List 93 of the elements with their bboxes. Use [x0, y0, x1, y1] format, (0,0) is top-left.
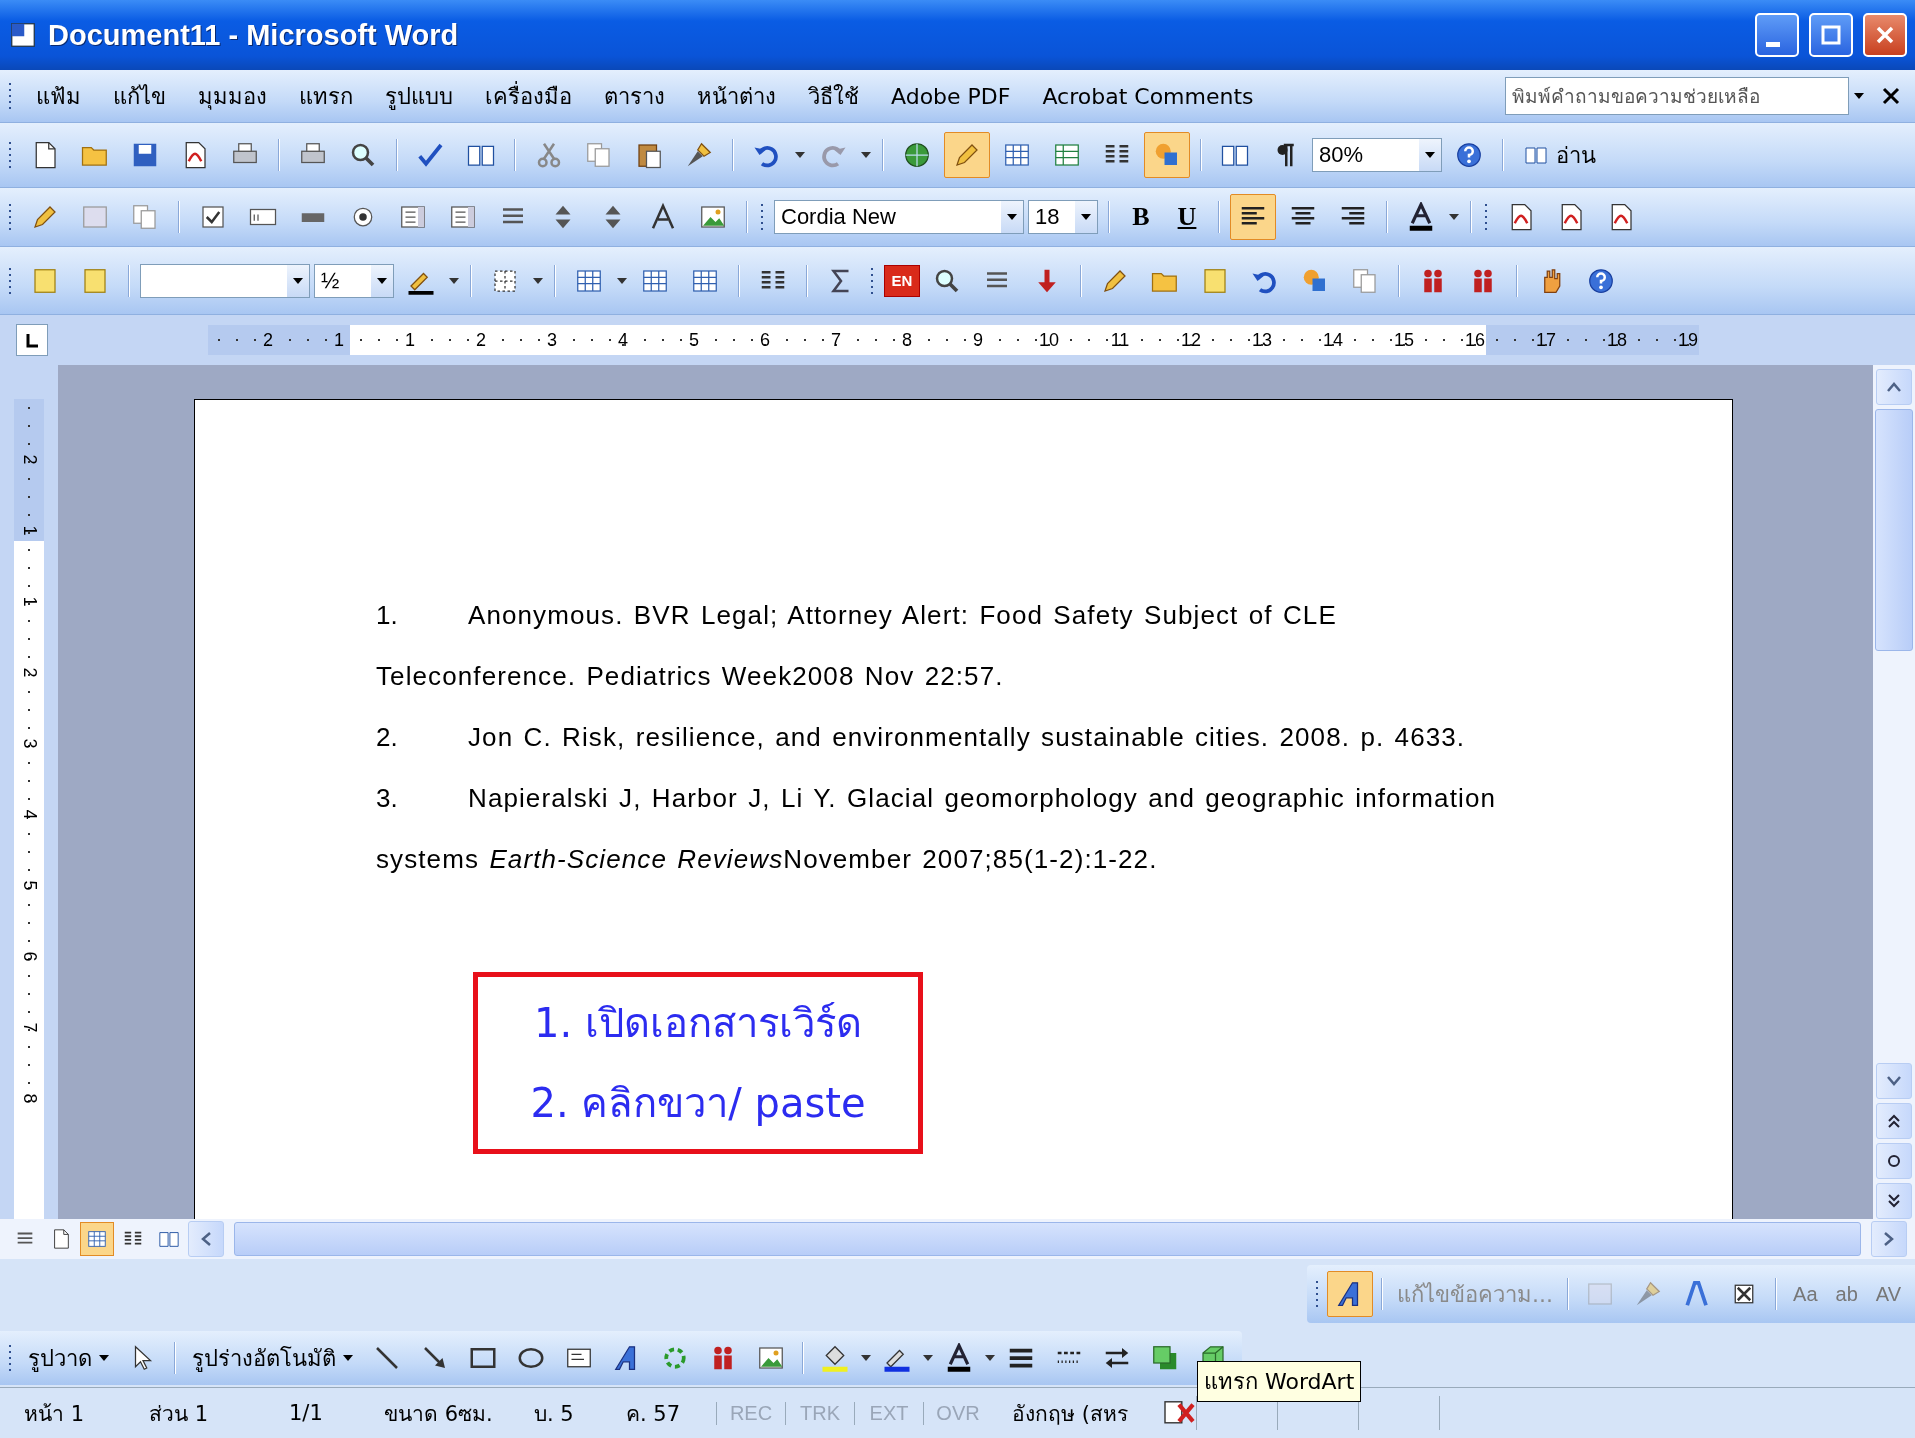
caret-icon[interactable]: [1080, 213, 1092, 221]
scroll-up-button[interactable]: [1876, 369, 1912, 405]
reference-text: Anonymous. BVR Legal; Attorney Alert: Food Safety Subject of CLE: [468, 600, 1337, 631]
list-number: 1.: [376, 600, 399, 631]
scroll-right-button[interactable]: [1871, 1221, 1907, 1257]
caret-icon[interactable]: [532, 276, 544, 285]
autoshapes-menu-button[interactable]: รูปร่างอัตโนมัติ: [184, 1336, 362, 1380]
caret-icon[interactable]: [860, 151, 872, 159]
list-number: 2.: [376, 722, 399, 753]
scroll-down-button[interactable]: [1876, 1063, 1912, 1099]
status-mode: OVR: [923, 1401, 992, 1425]
font-combo[interactable]: Cordia New: [774, 200, 1024, 234]
menu-item[interactable]: รูปแบบ: [371, 74, 467, 118]
caret-icon[interactable]: [860, 1354, 872, 1362]
status-field: ขนาด 6ซม.: [364, 1396, 514, 1430]
caret-icon[interactable]: [984, 1354, 996, 1362]
status-field: ส่วน 1: [129, 1396, 269, 1430]
caret-icon[interactable]: [98, 1354, 110, 1362]
status-mode: REC: [716, 1401, 785, 1425]
scroll-left-button[interactable]: [188, 1221, 224, 1257]
font-size-combo[interactable]: 18: [1028, 200, 1098, 234]
align-left-icon[interactable]: [1230, 194, 1276, 240]
right-chevron-icon: [1884, 1232, 1894, 1246]
status-mode: TRK: [785, 1401, 854, 1425]
double-up-chevron-icon: [1887, 1114, 1901, 1128]
down-chevron-icon: [1887, 1076, 1901, 1086]
window-title: Document11 - Microsoft Word: [48, 18, 460, 52]
vertical-ruler: 2 1 1 2 3 4 5 6 7 8: [14, 399, 44, 1219]
caret-icon[interactable]: [1424, 151, 1436, 159]
up-chevron-icon: [1887, 382, 1901, 392]
circle-icon: [1887, 1154, 1901, 1168]
left-chevron-icon: [201, 1232, 211, 1246]
reference-text: Jon C. Risk, resilience, and environmentally sustainable cities. 2008. p. 4633.: [468, 722, 1466, 753]
menu-item[interactable]: เครื่องมือ: [471, 74, 586, 118]
scroll-thumb[interactable]: [234, 1222, 1861, 1256]
callout-text: 2. คลิกขวา/ paste: [530, 1079, 866, 1128]
status-mode: EXT: [854, 1401, 923, 1425]
document-icon: [8, 20, 38, 50]
list-number: 3.: [376, 783, 399, 814]
tooltip: แทรก WordArt: [1197, 1361, 1362, 1402]
menu-item[interactable]: ตาราง: [590, 74, 679, 118]
zoom-combo[interactable]: 80%: [1312, 138, 1442, 172]
caret-icon[interactable]: [376, 276, 388, 285]
language-button[interactable]: EN: [884, 264, 920, 297]
caret-icon[interactable]: [292, 276, 304, 285]
read-button[interactable]: อ่าน: [1514, 133, 1604, 177]
minimize-icon: [1766, 41, 1780, 47]
bold-button[interactable]: B: [1120, 196, 1162, 238]
menu-item[interactable]: แทรก: [285, 74, 367, 118]
menu-item[interactable]: แก้ไข: [99, 74, 180, 118]
menu-item[interactable]: แฟ้ม: [22, 74, 95, 118]
tab-selector-icon[interactable]: [16, 324, 48, 356]
double-down-chevron-icon: [1887, 1194, 1901, 1208]
menu-item[interactable]: มุมมอง: [184, 74, 281, 118]
caret-icon[interactable]: [794, 151, 806, 159]
callout-text: 1. เปิดเอกสารเวิร์ด: [534, 999, 862, 1048]
reference-text: Teleconference. Pediatrics Week2008 Nov 22:57.: [376, 661, 1004, 692]
line-weight-combo[interactable]: ½: [314, 263, 394, 298]
pencil-icon[interactable]: [944, 132, 990, 178]
scroll-thumb[interactable]: [1875, 409, 1913, 651]
caret-icon[interactable]: [342, 1354, 354, 1362]
reference-text: Napieralski J, Harbor J, Li Y. Glacial geomorphology and geographic information: [468, 783, 1496, 814]
caret-icon[interactable]: [922, 1354, 934, 1362]
caret-icon[interactable]: [1448, 213, 1460, 221]
browse-object-button[interactable]: [1876, 1143, 1912, 1179]
reference-text: systems Earth-Science ReviewsNovember 2007;85(1-2):1-22.: [376, 844, 1158, 875]
caret-icon[interactable]: [1006, 213, 1018, 221]
minimize-button[interactable]: [1755, 13, 1799, 57]
maximize-icon: [1821, 25, 1841, 45]
status-field: หน้า 1: [4, 1396, 129, 1430]
caret-icon[interactable]: [1853, 92, 1865, 100]
caret-icon[interactable]: [616, 276, 628, 285]
menu-item[interactable]: วิธีใช้: [794, 74, 873, 118]
view-icon: [86, 1228, 108, 1250]
menu-item[interactable]: Adobe PDF: [877, 79, 1025, 113]
horizontal-ruler: 2 1 1 2 3 4 5 6 7 8 9 10 11 12 13 14 15 16 17 18 19: [208, 325, 1699, 355]
menu-item[interactable]: หน้าต่าง: [683, 74, 790, 118]
status-field: บ. 5: [514, 1396, 606, 1430]
status-field: ค. 57: [606, 1396, 716, 1430]
next-page-button[interactable]: [1876, 1183, 1912, 1219]
wordart-icon[interactable]: [1327, 1271, 1374, 1317]
caret-icon[interactable]: [448, 276, 460, 285]
maximize-button[interactable]: [1809, 13, 1853, 57]
draw-menu-button[interactable]: รูปวาด: [20, 1336, 118, 1380]
close-button[interactable]: [1863, 13, 1907, 57]
status-field: 1/1: [269, 1401, 364, 1425]
close-icon: [1875, 25, 1895, 45]
previous-page-button[interactable]: [1876, 1103, 1912, 1139]
spelling-status-icon: [1162, 1399, 1196, 1427]
help-search-field[interactable]: พิมพ์คำถามขอความช่วยเหลือ: [1505, 77, 1849, 115]
status-language: อังกฤษ (สหร: [1011, 1400, 1129, 1428]
menu-item[interactable]: Acrobat Comments: [1028, 79, 1268, 113]
underline-button[interactable]: U: [1166, 196, 1208, 238]
